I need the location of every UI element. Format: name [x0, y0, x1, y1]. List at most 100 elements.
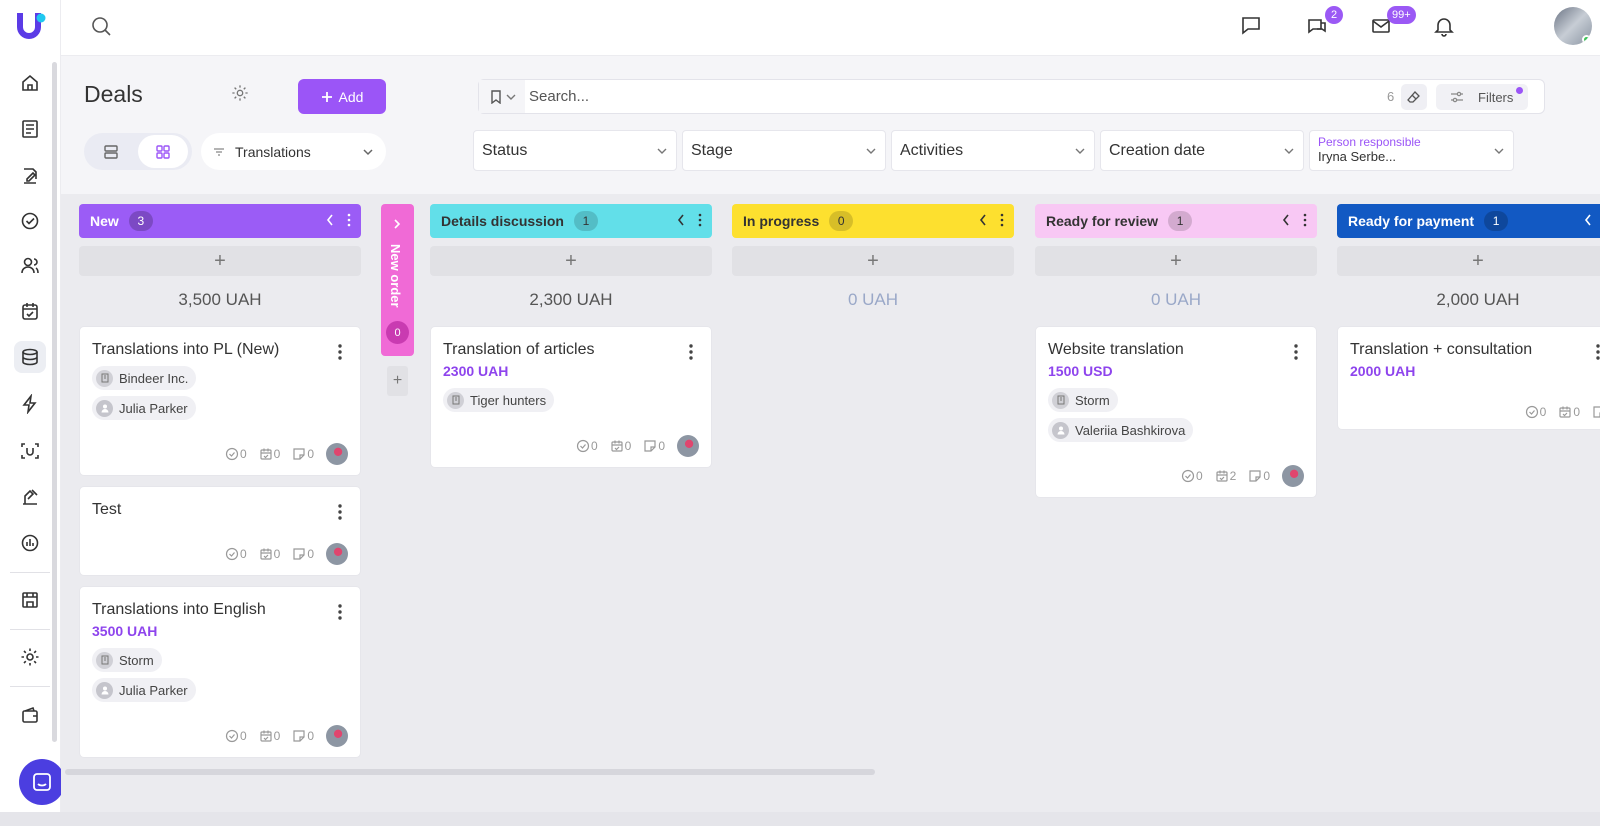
creation-date-filter[interactable]: Creation date: [1100, 130, 1304, 171]
deal-notes[interactable]: 0: [292, 547, 314, 561]
add-deal-to-stage-button[interactable]: +: [1035, 246, 1317, 276]
responsible-avatar[interactable]: [326, 725, 348, 747]
responsible-avatar[interactable]: [1282, 465, 1304, 487]
deal-card[interactable]: Translation of articles 2300 UAH Tiger hun…: [430, 326, 712, 468]
more-vertical-icon[interactable]: [338, 344, 342, 360]
more-vertical-icon[interactable]: [1596, 344, 1600, 360]
support-chat-button[interactable]: [19, 759, 65, 805]
stage-filter[interactable]: Stage: [682, 130, 886, 171]
chevron-right-icon[interactable]: [392, 219, 402, 229]
more-vertical-icon[interactable]: [698, 213, 702, 227]
board-horizontal-scrollbar[interactable]: [65, 769, 875, 775]
stage-header[interactable]: In progress 0: [732, 204, 1014, 238]
reports-icon[interactable]: [14, 527, 46, 559]
add-deal-to-stage-button[interactable]: +: [430, 246, 712, 276]
add-deal-button[interactable]: Add: [298, 79, 386, 114]
responsible-avatar[interactable]: [677, 435, 699, 457]
list-view-button[interactable]: [86, 135, 136, 168]
automation-icon[interactable]: [14, 388, 46, 420]
wallet-icon[interactable]: [14, 699, 46, 731]
deal-tasks[interactable]: 0: [225, 447, 247, 461]
documents-icon[interactable]: [14, 113, 46, 145]
deal-contact-chip[interactable]: Valeriia Bashkirova: [1048, 418, 1194, 442]
search-icon[interactable]: [85, 10, 117, 42]
deal-events[interactable]: 0: [259, 447, 280, 461]
deal-card[interactable]: Translations into PL (New) Bindeer Inc. Ju…: [79, 326, 361, 476]
scan-icon[interactable]: [14, 435, 46, 467]
deal-card[interactable]: Translation + consultation 2000 UAH 0 0: [1337, 326, 1600, 430]
stage-header[interactable]: Details discussion 1: [430, 204, 712, 238]
person-responsible-filter[interactable]: Person responsible Iryna Serbe...: [1309, 130, 1514, 171]
deal-tasks[interactable]: 0: [1181, 469, 1203, 483]
saved-filters-button[interactable]: [479, 80, 525, 113]
calendar-icon[interactable]: [14, 295, 46, 327]
deal-company-chip[interactable]: Bindeer Inc.: [92, 366, 197, 390]
deal-card[interactable]: Translations into English 3500 UAH Storm Ju…: [79, 586, 361, 758]
deal-notes[interactable]: 0: [643, 439, 665, 453]
add-deal-to-stage-button[interactable]: +: [732, 246, 1014, 276]
stage-header[interactable]: Ready for review 1: [1035, 204, 1317, 238]
deal-events[interactable]: 2: [1215, 469, 1236, 483]
filters-button[interactable]: Filters: [1436, 84, 1528, 110]
chevron-left-icon[interactable]: [978, 213, 988, 227]
deal-notes[interactable]: [1592, 405, 1600, 419]
deal-company-chip[interactable]: Storm: [92, 648, 162, 672]
more-vertical-icon[interactable]: [1000, 213, 1004, 227]
settings-icon[interactable]: [14, 641, 46, 673]
chevron-left-icon[interactable]: [1583, 213, 1593, 227]
activities-filter[interactable]: Activities: [891, 130, 1095, 171]
deal-company-chip[interactable]: Storm: [1048, 388, 1118, 412]
deal-card[interactable]: Website translation 1500 USD Storm Valeriia…: [1035, 326, 1317, 498]
deal-tasks[interactable]: 0: [576, 439, 598, 453]
deal-company-chip[interactable]: Tiger hunters: [443, 388, 555, 412]
more-vertical-icon[interactable]: [689, 344, 693, 360]
home-icon[interactable]: [14, 67, 46, 99]
store-icon[interactable]: [14, 584, 46, 616]
more-vertical-icon[interactable]: [338, 604, 342, 620]
deal-tasks[interactable]: 0: [225, 729, 247, 743]
chevron-left-icon[interactable]: [325, 213, 335, 227]
pipeline-select[interactable]: Translations: [201, 133, 386, 170]
status-filter[interactable]: Status: [473, 130, 677, 171]
deal-contact-chip[interactable]: Julia Parker: [92, 678, 196, 702]
more-vertical-icon[interactable]: [338, 504, 342, 520]
responsible-avatar[interactable]: [326, 443, 348, 465]
sign-icon[interactable]: [14, 160, 46, 192]
add-deal-to-stage-button[interactable]: +: [1337, 246, 1600, 276]
add-deal-new-order-button[interactable]: +: [387, 366, 408, 396]
more-vertical-icon[interactable]: [1303, 213, 1307, 227]
sidebar-scrollbar[interactable]: [52, 62, 57, 742]
stage-header[interactable]: New 3: [79, 204, 361, 238]
deal-events[interactable]: 0: [259, 547, 280, 561]
clear-search-button[interactable]: [1401, 84, 1427, 110]
marketing-icon[interactable]: [14, 481, 46, 513]
deal-events[interactable]: 0: [259, 729, 280, 743]
chevron-left-icon[interactable]: [676, 213, 686, 227]
deals-settings-icon[interactable]: [231, 84, 249, 102]
tasks-icon[interactable]: [14, 205, 46, 237]
deal-notes[interactable]: 0: [292, 729, 314, 743]
more-vertical-icon[interactable]: [1294, 344, 1298, 360]
deal-notes[interactable]: 0: [292, 447, 314, 461]
stage-new-order-collapsed[interactable]: New order 0: [381, 204, 414, 356]
kanban-view-button[interactable]: [138, 135, 188, 168]
deal-tasks[interactable]: 0: [1525, 405, 1546, 419]
app-logo[interactable]: [14, 9, 48, 43]
deal-tasks[interactable]: 0: [225, 547, 247, 561]
stage-header[interactable]: Ready for payment 1: [1337, 204, 1600, 238]
contacts-icon[interactable]: [14, 249, 46, 281]
add-deal-to-stage-button[interactable]: +: [79, 246, 361, 276]
responsible-avatar[interactable]: [326, 543, 348, 565]
more-vertical-icon[interactable]: [347, 213, 351, 227]
deal-events[interactable]: 0: [1558, 405, 1580, 419]
deal-contact-chip[interactable]: Julia Parker: [92, 396, 196, 420]
deals-icon[interactable]: [14, 341, 46, 373]
message-icon[interactable]: [1235, 9, 1267, 41]
chevron-left-icon[interactable]: [1281, 213, 1291, 227]
user-avatar[interactable]: [1554, 7, 1592, 45]
deal-notes[interactable]: 0: [1248, 469, 1270, 483]
deal-events[interactable]: 0: [610, 439, 631, 453]
search-input[interactable]: [529, 80, 1369, 113]
bell-icon[interactable]: [1428, 10, 1460, 42]
deal-card[interactable]: Test 0 0 0: [79, 486, 361, 576]
